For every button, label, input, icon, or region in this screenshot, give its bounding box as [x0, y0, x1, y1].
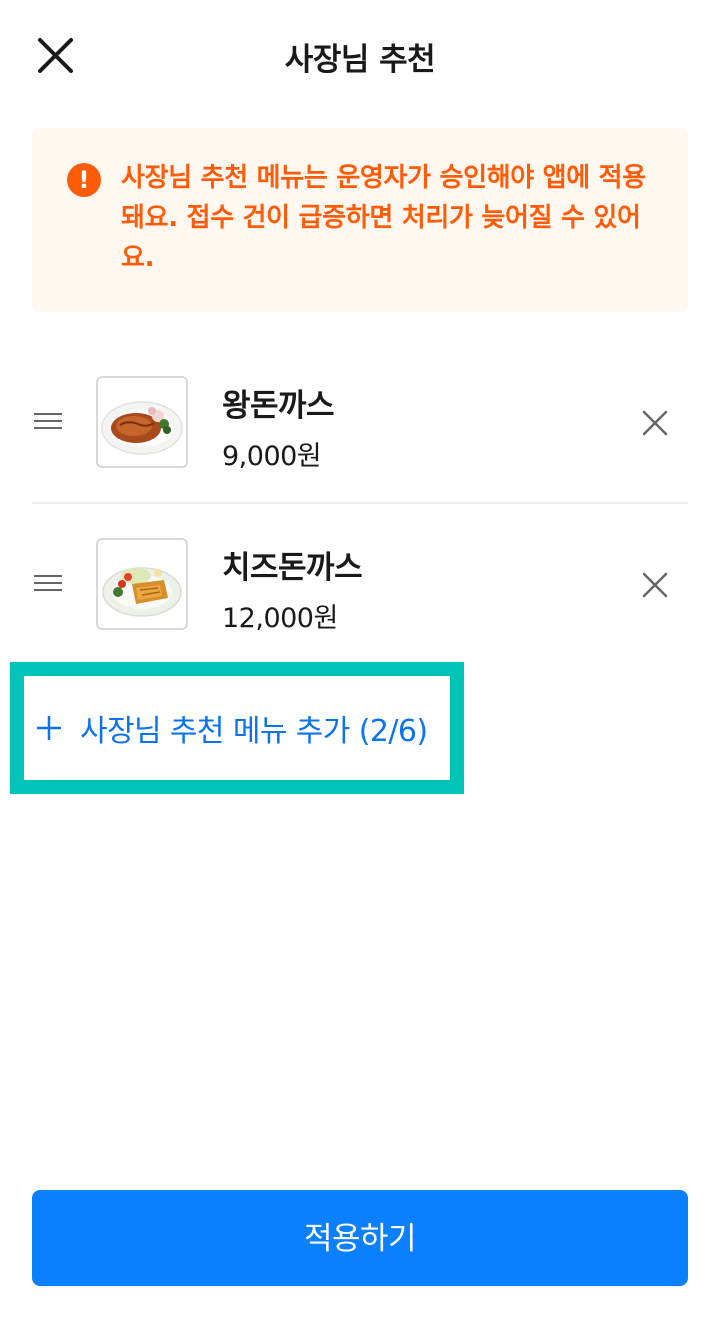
exclamation-icon: ! [67, 163, 101, 197]
close-icon [642, 410, 668, 436]
close-icon [642, 572, 668, 598]
menu-thumbnail [96, 376, 188, 468]
add-button-label: 사장님 추천 메뉴 추가 (2/6) [80, 714, 428, 749]
drag-handle-icon[interactable] [34, 575, 62, 595]
menu-item-name: 왕돈까스 [222, 388, 335, 424]
add-recommended-menu-button[interactable]: 사장님 추천 메뉴 추가 (2/6) [34, 700, 428, 756]
cheese-cutlet-photo [98, 540, 186, 628]
recommended-menu-list: 왕돈까스 9,000원 치즈돈까스 12,000원 [32, 342, 688, 666]
remove-item-button[interactable] [638, 568, 672, 602]
menu-thumbnail [96, 538, 188, 630]
menu-item-price: 12,000원 [222, 603, 338, 634]
pork-cutlet-photo [98, 378, 186, 466]
menu-item-name: 치즈돈까스 [222, 550, 363, 586]
header: 사장님 추천 [0, 0, 720, 110]
menu-item-price: 9,000원 [222, 441, 322, 472]
remove-item-button[interactable] [638, 406, 672, 440]
drag-handle-icon[interactable] [34, 413, 62, 433]
notice-banner: ! 사장님 추천 메뉴는 운영자가 승인해야 앱에 적용돼요. 접수 건이 급증… [32, 128, 688, 312]
apply-button[interactable]: 적용하기 [32, 1190, 688, 1286]
page-title: 사장님 추천 [284, 42, 436, 78]
notice-text: 사장님 추천 메뉴는 운영자가 승인해야 앱에 적용돼요. 접수 건이 급증하면… [121, 163, 646, 273]
list-item: 치즈돈까스 12,000원 [32, 504, 688, 666]
plus-icon [34, 713, 64, 743]
list-item: 왕돈까스 9,000원 [32, 342, 688, 504]
